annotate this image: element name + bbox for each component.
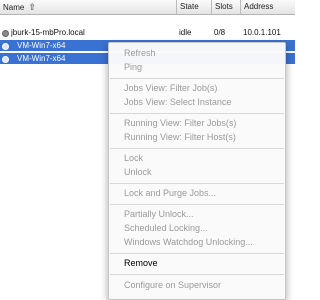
menu-separator [110,78,284,79]
row-address: 10.0.1.101 [243,28,281,37]
status-dot-icon [2,56,9,63]
menu-item-partially-unlock[interactable]: Partially Unlock... [124,209,194,220]
row-name: VM-Win7-x64 [17,54,66,63]
menu-separator [110,183,284,184]
menu-separator [110,148,284,149]
table-header: Name ⇧ State Slots Address [0,0,295,15]
menu-item-running-filter-hosts[interactable]: Running View: Filter Host(s) [124,132,236,143]
menu-separator [110,204,284,205]
column-header-label: Slots [215,2,233,11]
column-header-address[interactable]: Address [240,0,295,14]
menu-item-lock-and-purge-jobs[interactable]: Lock and Purge Jobs... [124,188,216,199]
menu-item-unlock[interactable]: Unlock [124,167,152,178]
status-dot-icon [2,43,9,50]
column-header-name[interactable]: Name ⇧ [0,0,176,14]
column-header-label: Name [3,3,25,12]
menu-separator [110,113,284,114]
menu-item-refresh[interactable]: Refresh [124,48,156,59]
row-state: idle [179,28,192,37]
menu-item-configure-on-supervisor[interactable]: Configure on Supervisor [124,280,221,291]
menu-separator [110,274,284,275]
menu-item-lock[interactable]: Lock [124,153,143,164]
row-name: VM-Win7-x64 [17,41,66,50]
menu-separator [110,253,284,254]
menu-item-scheduled-locking[interactable]: Scheduled Locking... [124,223,208,234]
table-row[interactable]: jburk-15-mbPro.local idle 0/8 10.0.1.101 [0,27,295,38]
menu-item-jobs-select-instance[interactable]: Jobs View: Select Instance [124,97,231,108]
menu-item-ping[interactable]: Ping [124,62,142,73]
row-slots: 0/8 [214,28,226,37]
column-header-slots[interactable]: Slots [211,0,240,14]
status-dot-icon [2,30,9,37]
menu-item-running-filter-jobs[interactable]: Running View: Filter Jobs(s) [124,118,236,129]
sort-ascending-icon: ⇧ [28,2,36,12]
row-name: jburk-15-mbPro.local [11,28,85,37]
menu-item-remove[interactable]: Remove [124,258,158,269]
menu-item-jobs-filter-jobs[interactable]: Jobs View: Filter Job(s) [124,83,217,94]
menu-item-windows-watchdog-unlocking[interactable]: Windows Watchdog Unlocking... [124,237,253,248]
column-header-state[interactable]: State [176,0,211,14]
column-header-label: State [180,2,199,11]
column-header-label: Address [244,2,274,11]
context-menu: Refresh Ping Jobs View: Filter Job(s) Jo… [108,42,286,300]
